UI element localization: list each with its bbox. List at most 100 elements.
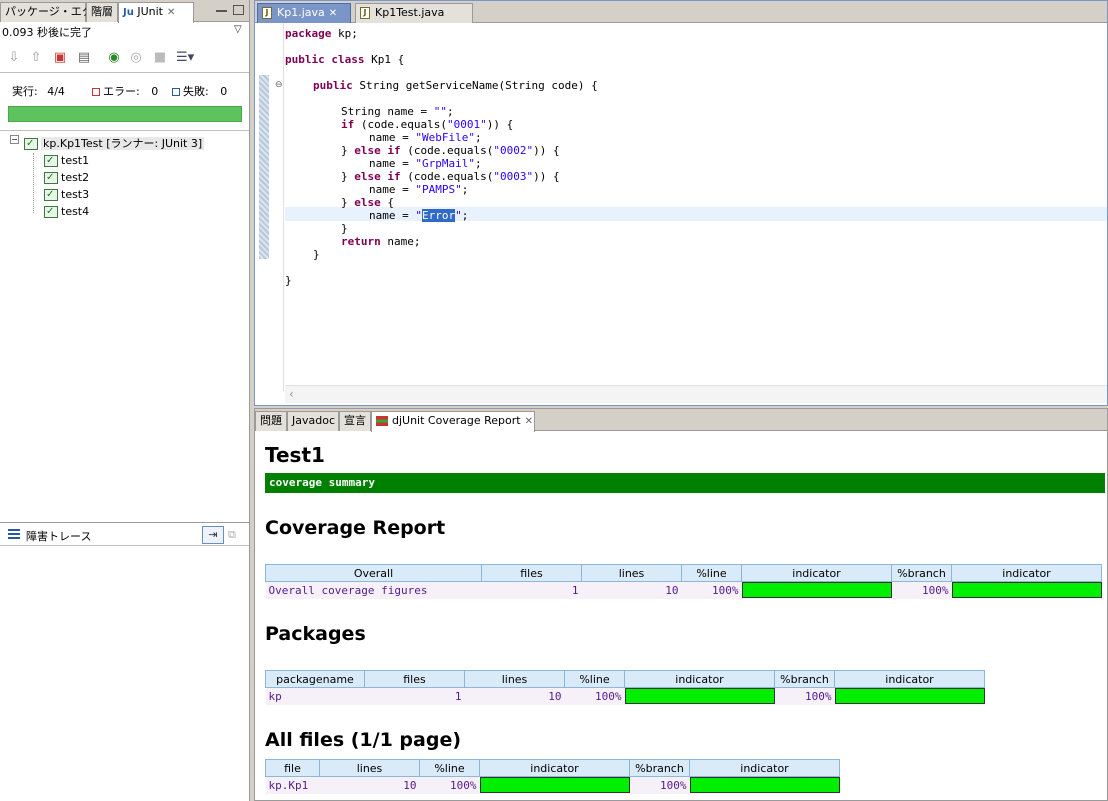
close-icon[interactable]: ✕ xyxy=(525,413,533,431)
next-failure-icon[interactable]: ⇩ xyxy=(6,50,22,66)
test-name: test4 xyxy=(61,205,90,218)
column-header: lines xyxy=(464,670,565,688)
keyword: class xyxy=(331,53,365,66)
collapse-toggle-icon[interactable]: − xyxy=(10,135,19,144)
tab-kp1-java[interactable]: J Kp1.java ✕ xyxy=(257,3,351,23)
all-files-heading: All files (1/1 page) xyxy=(265,729,462,751)
java-file-icon: J xyxy=(360,7,370,19)
compare-results-icon[interactable]: ⧉ xyxy=(228,528,244,542)
minimize-icon[interactable] xyxy=(216,10,227,12)
close-icon[interactable]: ✕ xyxy=(329,5,337,23)
junit-status-text: 0.093 秒後に完了 xyxy=(2,26,92,39)
code-area[interactable]: package kp; public class Kp1 { public St… xyxy=(285,23,1107,385)
failures-only-icon[interactable]: ▣ xyxy=(52,50,68,66)
line-coverage-bar xyxy=(479,777,630,794)
code-text: kp; xyxy=(331,27,358,40)
table-row: kp 1 10 100% 100% xyxy=(265,687,985,705)
left-tab-bar: パッケージ・エク… 階層 Ju JUnit ✕ xyxy=(0,0,249,23)
code-text: } xyxy=(341,222,348,235)
column-header: %branch xyxy=(629,759,690,777)
scroll-left-icon[interactable]: ‹ xyxy=(289,387,294,401)
tree-item-test1[interactable]: test1 xyxy=(44,153,89,169)
tree-root-kp-kp1test[interactable]: kp.Kp1Test [ランナー: JUnit 3] xyxy=(24,136,205,152)
failures-value: 0 xyxy=(220,85,228,98)
tab-package-explorer[interactable]: パッケージ・エク… xyxy=(0,2,104,22)
code-line: public String getServiceName(String code… xyxy=(313,79,598,93)
code-line: name = "PAMPS"; xyxy=(369,183,468,197)
fold-collapse-icon[interactable]: ⊖ xyxy=(275,81,284,90)
code-line: } else { xyxy=(341,196,394,210)
column-header: files xyxy=(481,564,582,582)
string-literal: " xyxy=(415,209,422,222)
code-text: )) { xyxy=(533,144,560,157)
test-suite-ok-icon xyxy=(24,136,38,152)
code-text: ; xyxy=(461,183,469,196)
code-text: ; xyxy=(461,209,469,222)
report-title: Test1 xyxy=(265,443,325,467)
code-line: String name = ""; xyxy=(341,105,454,119)
column-header: indicator xyxy=(624,670,775,688)
branch-indicator-cell xyxy=(689,776,840,794)
tab-hierarchy[interactable]: 階層 xyxy=(86,2,118,22)
package-link[interactable]: kp xyxy=(265,687,365,705)
tab-declaration[interactable]: 宣言 xyxy=(339,411,371,431)
code-text: ; xyxy=(446,105,454,118)
test-name: test2 xyxy=(61,171,90,184)
coverage-report-icon xyxy=(376,416,388,426)
tab-kp1test-java[interactable]: J Kp1Test.java xyxy=(355,3,473,23)
keyword: public xyxy=(313,79,353,92)
branch-coverage-bar xyxy=(951,582,1102,599)
file-link[interactable]: kp.Kp1 xyxy=(265,776,320,794)
errors-value: 0 xyxy=(151,85,159,98)
tab-djunit-coverage[interactable]: djUnit Coverage Report ✕ xyxy=(371,411,535,432)
maximize-icon[interactable] xyxy=(233,5,244,15)
rerun-failed-icon[interactable]: ◎ xyxy=(128,50,144,66)
java-file-icon: J xyxy=(262,7,272,19)
failures-counter: 失敗: 0 xyxy=(172,83,227,99)
scroll-lock-icon[interactable]: ▤ xyxy=(76,50,92,66)
column-header: indicator xyxy=(834,670,985,688)
coverage-report: Test1 coverage summary Coverage Report O… xyxy=(257,433,1105,801)
code-line: } xyxy=(313,248,320,262)
column-header: lines xyxy=(581,564,682,582)
keyword: package xyxy=(285,27,332,40)
column-header: packagename xyxy=(265,670,365,688)
tab-problems[interactable]: 問題 xyxy=(255,411,287,431)
close-icon[interactable]: ✕ xyxy=(167,4,175,22)
view-menu-chevron-down-icon[interactable]: ▽ xyxy=(234,24,242,35)
coverage-summary-bar: coverage summary xyxy=(265,473,1105,493)
code-line: name = "Error"; xyxy=(369,209,468,223)
tab-javadoc[interactable]: Javadoc xyxy=(287,411,339,431)
tree-item-test2[interactable]: test2 xyxy=(44,170,89,186)
horizontal-scrollbar[interactable]: ‹ xyxy=(285,385,1107,403)
test-ok-icon xyxy=(44,170,58,186)
error-icon xyxy=(92,88,100,96)
stop-icon[interactable]: ■ xyxy=(152,50,168,66)
code-text: (code.equals( xyxy=(400,144,494,157)
editor-tab-bar: J Kp1.java ✕ J Kp1Test.java xyxy=(255,1,1107,23)
branch-pct-cell: 100% xyxy=(891,581,952,599)
column-header: %line xyxy=(564,670,625,688)
tab-coverage-label: djUnit Coverage Report xyxy=(392,414,521,427)
string-literal: "" xyxy=(433,105,447,118)
test-progress-bar xyxy=(8,106,242,122)
filter-stack-trace-icon[interactable]: ⇥ xyxy=(202,526,224,544)
history-icon[interactable]: ☰▾ xyxy=(176,50,194,66)
tab-junit[interactable]: Ju JUnit ✕ xyxy=(118,2,194,23)
string-literal: " xyxy=(455,209,462,222)
line-pct-cell: 100% xyxy=(564,687,625,705)
rerun-icon[interactable]: ◉ xyxy=(106,50,122,66)
tree-item-test4[interactable]: test4 xyxy=(44,204,89,220)
code-text: ; xyxy=(474,131,482,144)
range-indicator xyxy=(259,75,269,259)
test-ok-icon xyxy=(44,187,58,203)
runs-value: 4/4 xyxy=(47,85,65,98)
previous-failure-icon[interactable]: ⇧ xyxy=(28,50,44,66)
column-header: Overall xyxy=(265,564,482,582)
junit-view: パッケージ・エク… 階層 Ju JUnit ✕ 0.093 秒後に完了 ▽ ⇩ ⇧… xyxy=(0,0,250,801)
tree-item-test3[interactable]: test3 xyxy=(44,187,89,203)
branch-coverage-bar xyxy=(834,688,985,705)
branch-indicator-cell xyxy=(951,581,1102,599)
code-line: package kp; xyxy=(285,27,358,41)
code-text: (code.equals( xyxy=(354,118,447,131)
